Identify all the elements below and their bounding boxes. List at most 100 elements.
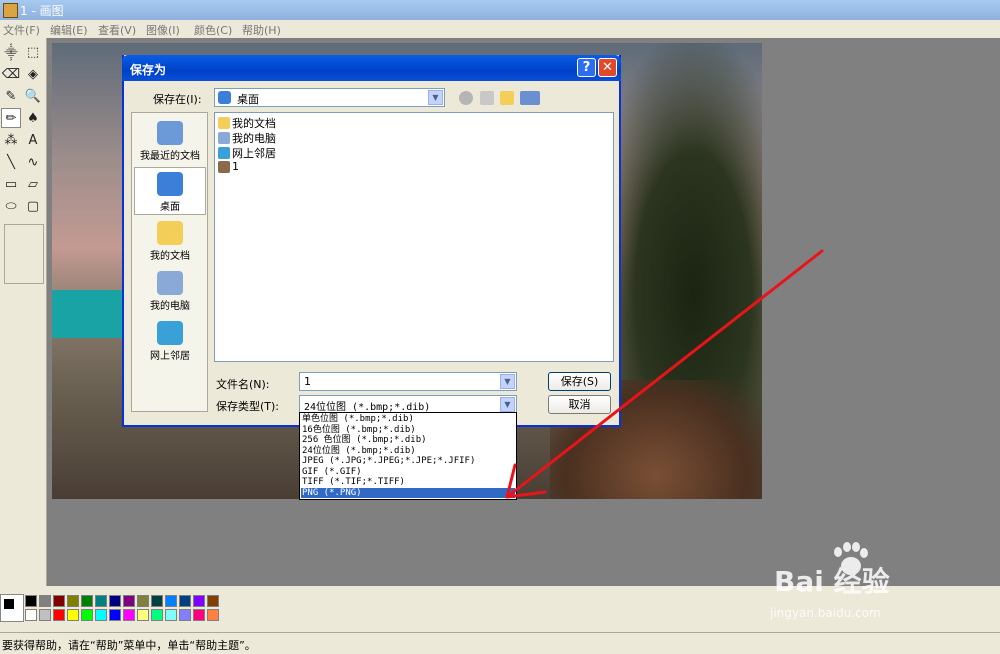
tool-options-box[interactable] [4,224,44,284]
watermark-url: jingyan.baidu.com [770,606,881,620]
color-swatch[interactable] [165,609,177,621]
place-label: 我的文档 [150,251,190,262]
filetype-option[interactable]: TIFF (*.TIF;*.TIFF) [301,477,515,488]
file-name: 1 [232,160,239,173]
filetype-option[interactable]: PNG (*.PNG) [301,487,515,498]
color-swatch[interactable] [109,595,121,607]
color-swatch[interactable] [53,609,65,621]
rectangle-icon[interactable]: ▭ [1,174,21,194]
file-name: 我的电脑 [232,132,276,145]
up-folder-icon[interactable] [480,91,494,105]
line-icon[interactable]: ╲ [1,152,21,172]
color-swatch[interactable] [39,595,51,607]
fill-icon[interactable]: ◈ [23,64,43,84]
save-in-dropdown[interactable]: 桌面 ▼ [214,88,445,107]
magnifier-icon[interactable]: 🔍 [23,86,43,106]
new-folder-icon[interactable] [500,91,514,105]
color-swatch[interactable] [193,609,205,621]
place-label: 桌面 [160,202,180,213]
color-swatch[interactable] [123,609,135,621]
filetype-option[interactable]: 24位位图 (*.bmp;*.dib) [301,446,515,457]
filename-field[interactable]: 1 ▼ [299,372,517,391]
filetype-option[interactable]: GIF (*.GIF) [301,467,515,478]
color-swatch[interactable] [25,595,37,607]
polygon-icon[interactable]: ▱ [23,174,43,194]
airbrush-icon[interactable]: ⁂ [1,130,21,150]
file-item[interactable]: 我的文档 [218,115,276,131]
file-item[interactable]: 网上邻居 [218,145,276,161]
computer-icon [218,132,230,144]
annotation-arrow [505,249,824,499]
color-swatch[interactable] [53,595,65,607]
desktop-icon [157,172,183,196]
color-swatch[interactable] [95,595,107,607]
color-swatch[interactable] [25,609,37,621]
brush-icon[interactable]: ♠ [23,108,43,128]
place-label: 网上邻居 [150,351,190,362]
menu-colors[interactable]: 颜色(C) [194,22,232,38]
color-swatch[interactable] [193,595,205,607]
app-title: 1 - 画图 [20,4,64,18]
menu-edit[interactable]: 编辑(E) [50,22,88,38]
place-label: 我最近的文档 [140,151,200,162]
paint-app-icon [3,3,18,18]
filetype-option[interactable]: 16色位图 (*.bmp;*.dib) [301,425,515,436]
dialog-title-bar[interactable]: 保存为 ? ✕ [122,55,621,81]
file-item[interactable]: 我的电脑 [218,130,276,146]
color-swatch[interactable] [151,609,163,621]
filetype-value: 24位位图 (*.bmp;*.dib) [304,402,431,413]
color-swatch[interactable] [81,609,93,621]
eraser-icon[interactable]: ⌫ [1,64,21,84]
color-swatch[interactable] [151,595,163,607]
color-picker-icon[interactable]: ✎ [1,86,21,106]
view-menu-icon[interactable] [520,91,540,105]
filetype-options-list[interactable]: 单色位图 (*.bmp;*.dib) 16色位图 (*.bmp;*.dib) 256… [299,412,517,500]
dialog-title: 保存为 [130,63,167,77]
network-places-icon [157,321,183,345]
menu-file[interactable]: 文件(F) [3,22,40,38]
ellipse-icon[interactable]: ⬭ [1,196,21,216]
status-text: 要获得帮助，请在“帮助”菜单中，单击“帮助主题”。 [2,639,256,652]
place-item[interactable]: 我的电脑 [134,267,206,315]
color-swatch[interactable] [67,609,79,621]
menu-bar: 文件(F) 编辑(E) 查看(V) 图像(I) 颜色(C) 帮助(H) [0,20,1000,38]
save-in-label: 保存在(I): [153,93,202,106]
place-item[interactable]: 我最近的文档 [134,117,206,165]
color-swatch[interactable] [207,609,219,621]
close-button[interactable]: ✕ [598,58,617,77]
color-swatch[interactable] [39,609,51,621]
color-swatch[interactable] [123,595,135,607]
filetype-option[interactable]: 256 色位图 (*.bmp;*.dib) [301,435,515,446]
rect-select-icon[interactable]: ⬚ [23,42,43,62]
filetype-option[interactable]: JPEG (*.JPG;*.JPEG;*.JPE;*.JFIF) [301,456,515,467]
place-item[interactable]: 网上邻居 [134,317,206,365]
save-in-value: 桌面 [237,93,259,106]
color-swatch[interactable] [95,609,107,621]
rounded-rect-icon[interactable]: ▢ [23,196,43,216]
color-swatch[interactable] [179,595,191,607]
curve-icon[interactable]: ∿ [23,152,43,172]
color-swatch[interactable] [67,595,79,607]
place-item[interactable]: 我的文档 [134,217,206,265]
menu-image[interactable]: 图像(I) [146,22,180,38]
free-select-icon[interactable]: ⸎ [1,42,21,62]
color-swatch[interactable] [179,609,191,621]
my-documents-icon [157,221,183,245]
filetype-option[interactable]: 单色位图 (*.bmp;*.dib) [301,414,515,425]
place-item[interactable]: 桌面 [134,167,206,215]
file-item[interactable]: 1 [218,160,239,173]
color-swatch[interactable] [81,595,93,607]
help-button[interactable]: ? [577,58,596,77]
color-swatch[interactable] [165,595,177,607]
color-swatch[interactable] [207,595,219,607]
chevron-down-icon[interactable]: ▼ [428,90,443,105]
place-label: 我的电脑 [150,301,190,312]
color-swatch[interactable] [137,595,149,607]
menu-help[interactable]: 帮助(H) [242,22,281,38]
text-icon[interactable]: A [23,130,43,150]
back-icon[interactable] [459,91,473,105]
color-swatch[interactable] [137,609,149,621]
pencil-icon[interactable]: ✏ [1,108,21,128]
menu-view[interactable]: 查看(V) [98,22,136,38]
color-swatch[interactable] [109,609,121,621]
